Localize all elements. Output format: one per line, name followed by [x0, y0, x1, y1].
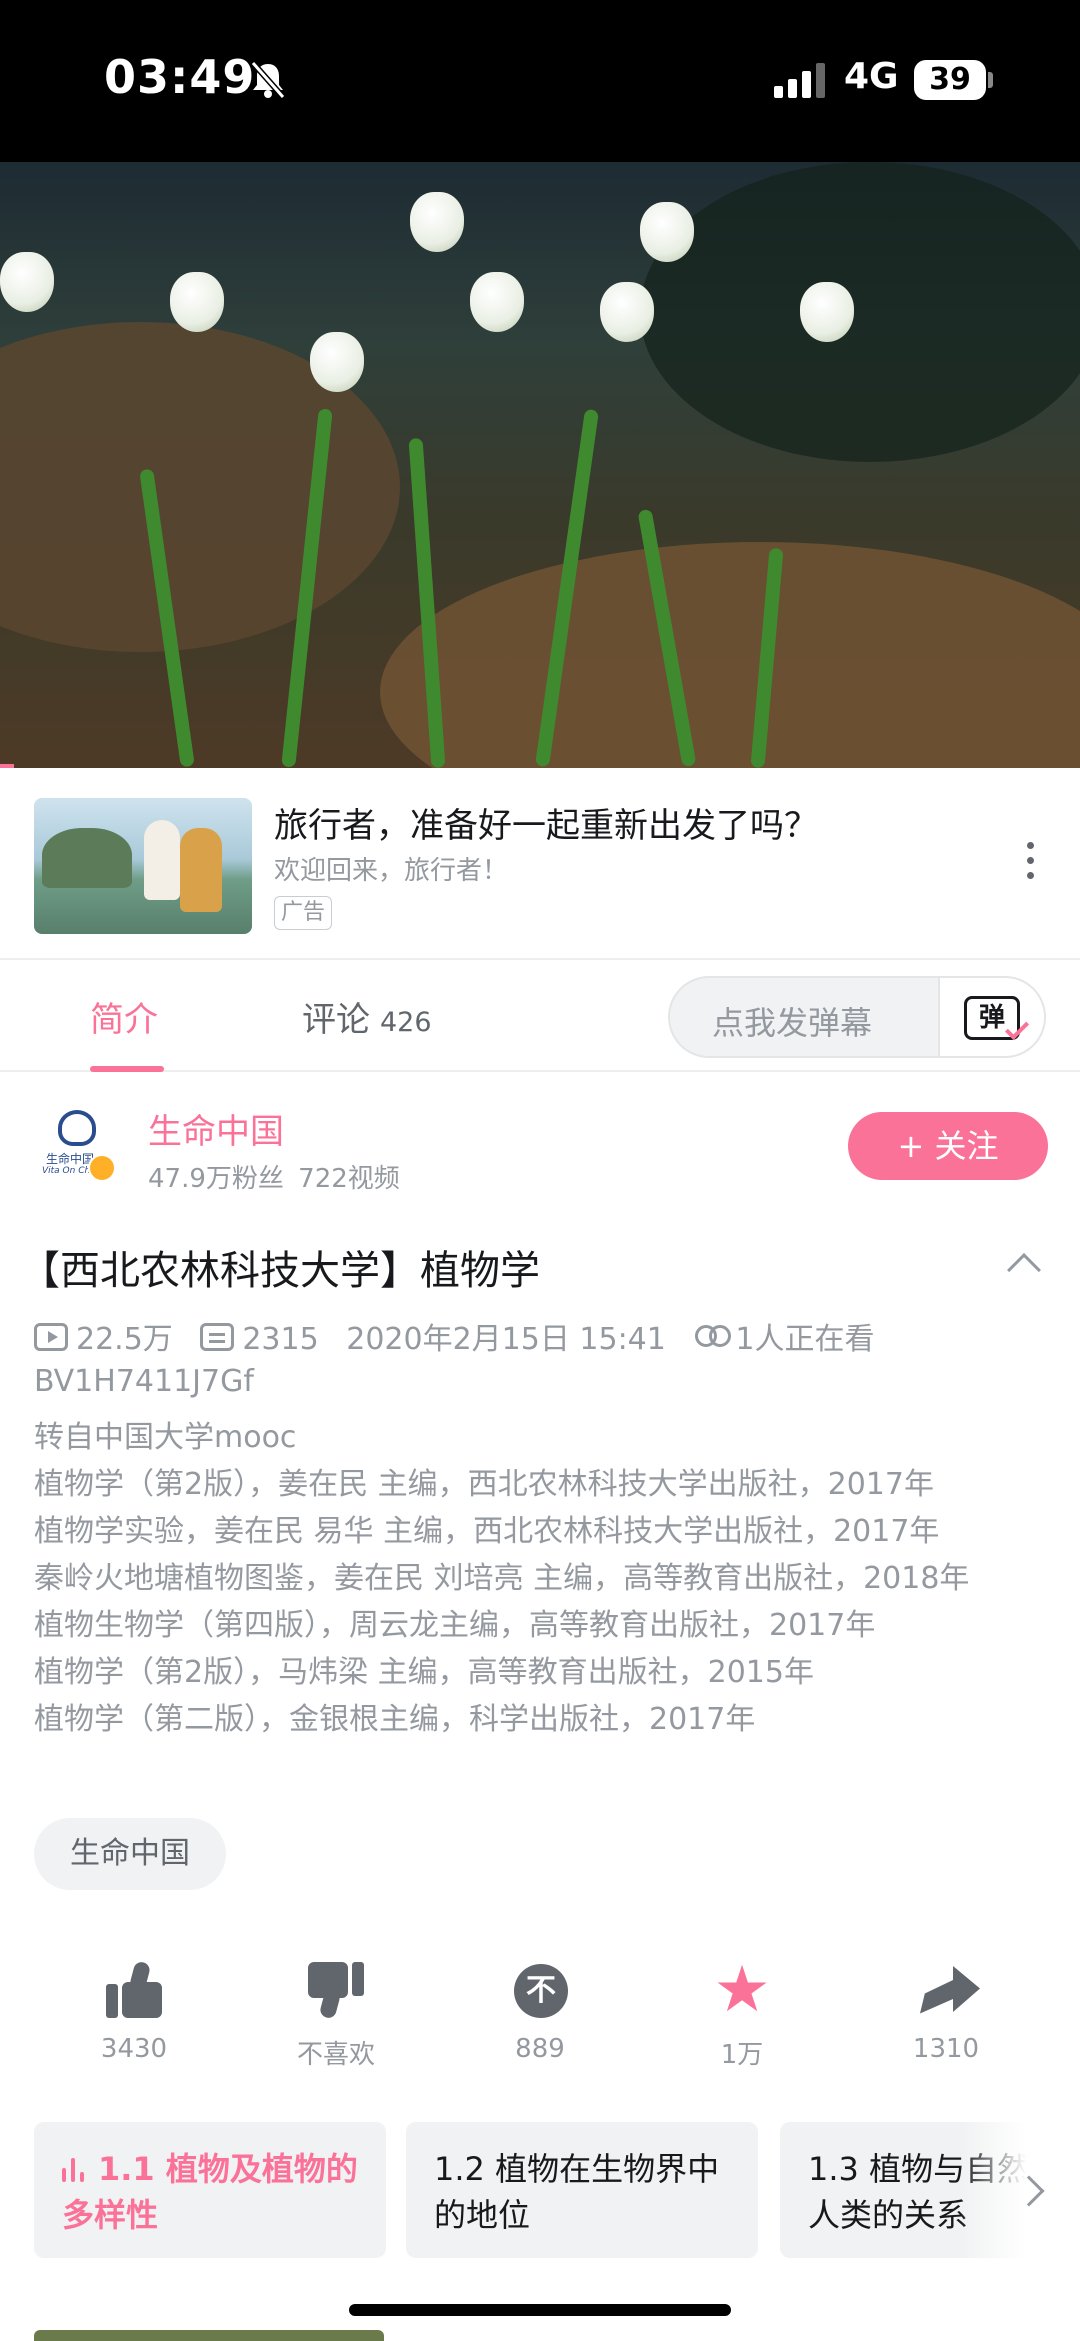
- like-count: 3430: [100, 2034, 168, 2064]
- follow-button[interactable]: + 关注: [848, 1112, 1048, 1180]
- star-icon: ★: [713, 1953, 771, 2027]
- uploader-followers: 47.9万粉丝: [148, 1164, 284, 1194]
- danmaku-placeholder: 点我发弹幕: [712, 1004, 873, 1042]
- ad-thumb-figure: [180, 828, 222, 912]
- video-description: 转自中国大学mooc 植物学（第2版），姜在民 主编，西北农林科技大学出版社，2…: [34, 1414, 1044, 1743]
- video-flower: [310, 332, 364, 392]
- share-icon: [916, 1960, 980, 2020]
- video-flower: [800, 282, 854, 342]
- coin-icon: 不: [510, 1960, 570, 2020]
- video-player[interactable]: [0, 162, 1080, 768]
- status-bar: 03:49 4G 39: [0, 0, 1080, 162]
- episode-item[interactable]: 1.2 植物在生物界中的地位: [406, 2122, 758, 2258]
- tab-comments[interactable]: 评论 426: [302, 992, 432, 1041]
- watching-count: 1人正在看: [735, 1322, 875, 1357]
- video-bg-shade: [640, 162, 1080, 462]
- description-line: 植物学（第2版），姜在民 主编，西北农林科技大学出版社，2017年: [34, 1467, 934, 1502]
- favorite-button[interactable]: ★ 1万: [662, 1953, 822, 2071]
- coin-count: 889: [515, 2034, 565, 2064]
- tab-intro[interactable]: 简介: [90, 992, 158, 1041]
- description-line: 转自中国大学mooc: [34, 1420, 297, 1455]
- danmaku-count: 2315: [242, 1322, 319, 1357]
- description-line: 植物学（第2版），马炜梁 主编，高等教育出版社，2015年: [34, 1655, 814, 1690]
- coin-icon-glyph: 不: [514, 1964, 568, 2018]
- tab-comments-count: 426: [380, 1007, 432, 1038]
- avatar[interactable]: 生命中国 Vita On China: [38, 1106, 118, 1190]
- like-button[interactable]: 3430: [54, 1960, 214, 2064]
- video-flower: [0, 252, 54, 312]
- view-count: 22.5万: [76, 1322, 173, 1357]
- uploader-row: 生命中国 Vita On China 生命中国 47.9万粉丝 722视频 + …: [0, 1072, 1080, 1232]
- video-meta: 22.5万 2315 2020年2月15日 15:41 1人正在看: [34, 1314, 893, 1358]
- avatar-logo-text: 生命中国: [46, 1152, 95, 1166]
- description-line: 植物学（第二版），金银根主编，科学出版社，2017年: [34, 1702, 756, 1737]
- episode-label: 1.1 植物及植物的多样性: [62, 2150, 358, 2234]
- verified-badge-icon: [88, 1154, 116, 1182]
- watching-icon: [693, 1323, 732, 1353]
- share-button[interactable]: 1310: [866, 1960, 1026, 2064]
- video-title: 【西北农林科技大学】植物学: [20, 1248, 540, 1294]
- ad-thumbnail[interactable]: [34, 798, 252, 934]
- bvid[interactable]: BV1H7411J7Gf: [34, 1364, 254, 1399]
- uploader-videos: 722视频: [298, 1164, 400, 1194]
- dislike-label: 不喜欢: [296, 2040, 375, 2070]
- publish-date: 2020年2月15日 15:41: [346, 1322, 666, 1357]
- favorite-count: 1万: [720, 2040, 764, 2070]
- video-flower: [470, 272, 524, 332]
- video-bg-leaves: [380, 542, 1080, 768]
- coin-button[interactable]: 不 889: [460, 1960, 620, 2064]
- description-line: 植物生物学（第四版），周云龙主编，高等教育出版社，2017年: [34, 1608, 876, 1643]
- dislike-button[interactable]: 不喜欢: [256, 1960, 416, 2071]
- ad-badge: 广告: [274, 896, 333, 930]
- uploader-name[interactable]: 生命中国: [148, 1104, 284, 1153]
- status-time: 03:49: [104, 50, 256, 104]
- uploader-stats: 47.9万粉丝 722视频: [148, 1158, 400, 1195]
- video-tag[interactable]: 生命中国: [34, 1818, 226, 1890]
- battery-tip: [988, 72, 993, 88]
- description-line: 植物学实验，姜在民 易华 主编，西北农林科技大学出版社，2017年: [34, 1514, 940, 1549]
- ad-card[interactable]: 旅行者，准备好一起重新出发了吗？ 欢迎回来，旅行者！ 广告: [0, 768, 1080, 960]
- more-options-icon[interactable]: [1020, 842, 1040, 888]
- tab-bar: 简介 评论 426 点我发弹幕 弹: [0, 962, 1080, 1072]
- video-flower: [410, 192, 464, 252]
- ad-thumb-rock: [42, 828, 132, 888]
- episode-label: 1.2 植物在生物界中的地位: [434, 2150, 720, 2234]
- description-line: 秦岭火地塘植物图鉴，姜在民 刘培亮 主编，高等教育出版社，2018年: [34, 1561, 970, 1596]
- thumbs-down-icon: [306, 1960, 366, 2020]
- battery-icon: 39: [914, 60, 986, 100]
- video-flower: [640, 202, 694, 262]
- episode-item[interactable]: 1.1 植物及植物的多样性: [34, 2122, 386, 2258]
- danmaku-count-icon: [200, 1323, 235, 1351]
- signal-icon: [774, 63, 825, 98]
- ad-title[interactable]: 旅行者，准备好一起重新出发了吗？: [274, 798, 818, 847]
- related-video-thumbnail[interactable]: [34, 2330, 384, 2341]
- thumbs-up-icon: [104, 1960, 164, 2020]
- danmaku-input[interactable]: 点我发弹幕 弹: [668, 976, 1046, 1058]
- network-type: 4G: [844, 56, 899, 97]
- logo-emblem: [58, 1110, 96, 1146]
- video-flower: [600, 282, 654, 342]
- video-flower: [170, 272, 224, 332]
- episode-list[interactable]: 1.1 植物及植物的多样性 1.2 植物在生物界中的地位 1.3 植物与自然界及…: [0, 2122, 1080, 2262]
- home-indicator[interactable]: [349, 2304, 731, 2316]
- share-count: 1310: [912, 2034, 980, 2064]
- ad-thumb-figure: [144, 820, 180, 900]
- bell-muted-icon: [250, 61, 286, 99]
- chevron-up-icon[interactable]: [1007, 1253, 1041, 1287]
- danmaku-toggle-button[interactable]: 弹: [938, 978, 1044, 1056]
- action-bar: 3430 不喜欢 不 889 ★ 1万 1310: [0, 1953, 1080, 2080]
- tab-comments-label: 评论: [302, 1000, 370, 1040]
- ad-subtitle: 欢迎回来，旅行者！: [274, 856, 509, 886]
- play-count-icon: [34, 1323, 68, 1351]
- playing-icon: [62, 2158, 86, 2182]
